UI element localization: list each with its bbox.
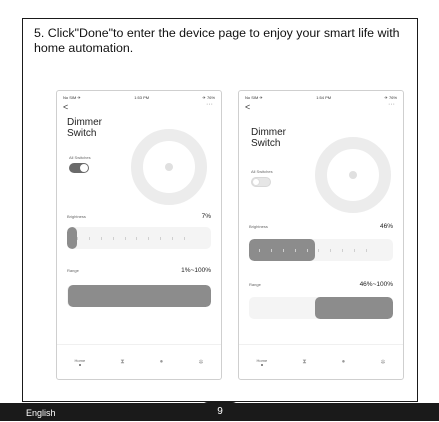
phone-screenshot-1: No SIM ✈ 1:53 PM ✈ 76% < ··· Dimmer Swit…: [56, 90, 222, 380]
slider-ticks: [77, 237, 185, 240]
status-time: 1:54 PM: [316, 95, 332, 100]
bulb-icon: [349, 171, 357, 179]
brightness-slider[interactable]: [249, 239, 393, 261]
brightness-value: 46%: [379, 223, 393, 230]
nav-smart-icon[interactable]: ●: [160, 359, 164, 365]
status-carrier: No SIM ✈: [245, 95, 263, 100]
nav-home[interactable]: Home: [256, 358, 268, 366]
dimmer-ring[interactable]: [315, 137, 391, 213]
range-value: 1%~100%: [181, 267, 211, 274]
range-row: Range 1%~100%: [67, 267, 211, 274]
status-bar: No SIM ✈ 1:53 PM ✈ 76%: [63, 95, 215, 101]
more-icon[interactable]: ···: [388, 101, 395, 108]
back-icon[interactable]: <: [245, 102, 250, 112]
brightness-row: Brightness 46%: [249, 223, 393, 230]
more-icon[interactable]: ···: [206, 101, 213, 108]
brightness-row: Brightness 7%: [67, 213, 211, 220]
range-row: Range 46%~100%: [249, 281, 393, 288]
dimmer-ring[interactable]: [131, 129, 207, 205]
bottom-nav: Home ⧗ ● ✲: [57, 344, 221, 379]
device-title: Dimmer Switch: [67, 117, 102, 139]
page-number: 9: [200, 402, 240, 421]
nav-home[interactable]: Home: [74, 358, 86, 366]
nav-settings-icon[interactable]: ✲: [198, 359, 203, 366]
range-label: Range: [249, 282, 261, 287]
all-switches-toggle[interactable]: [69, 163, 89, 173]
range-value: 46%~100%: [359, 281, 393, 288]
phone-screenshot-2: No SIM ✈ 1:54 PM ✈ 76% < ··· Dimmer Swit…: [238, 90, 404, 380]
back-icon[interactable]: <: [63, 102, 68, 112]
range-slider[interactable]: [67, 285, 211, 307]
bulb-icon: [165, 163, 173, 171]
language-tab: English: [8, 404, 130, 421]
nav-scenes-icon[interactable]: ⧗: [120, 359, 124, 366]
range-slider[interactable]: [249, 297, 393, 319]
range-fill: [315, 297, 393, 319]
brightness-label: Brightness: [67, 214, 86, 219]
all-switches-label: All Switches: [69, 155, 91, 160]
step-instruction: 5. Click"Done"to enter the device page t…: [34, 26, 400, 55]
status-bar: No SIM ✈ 1:54 PM ✈ 76%: [245, 95, 397, 101]
range-label: Range: [67, 268, 79, 273]
status-carrier: No SIM ✈: [63, 95, 81, 100]
brightness-slider[interactable]: [67, 227, 211, 249]
brightness-label: Brightness: [249, 224, 268, 229]
status-time: 1:53 PM: [134, 95, 150, 100]
nav-settings-icon[interactable]: ✲: [380, 359, 385, 366]
nav-smart-icon[interactable]: ●: [342, 359, 346, 365]
nav-home-label: Home: [74, 358, 86, 363]
slider-ticks: [259, 249, 367, 252]
bottom-nav: Home ⧗ ● ✲: [239, 344, 403, 379]
all-switches-toggle[interactable]: [251, 177, 271, 187]
all-switches-label: All Switches: [251, 169, 273, 174]
nav-scenes-icon[interactable]: ⧗: [302, 359, 306, 366]
toggle-knob: [80, 164, 88, 172]
brightness-value: 7%: [201, 213, 211, 220]
range-fill: [68, 285, 211, 307]
device-title: Dimmer Switch: [251, 127, 286, 149]
brightness-fill: [67, 227, 78, 249]
toggle-knob: [252, 178, 260, 186]
nav-home-label: Home: [256, 358, 268, 363]
